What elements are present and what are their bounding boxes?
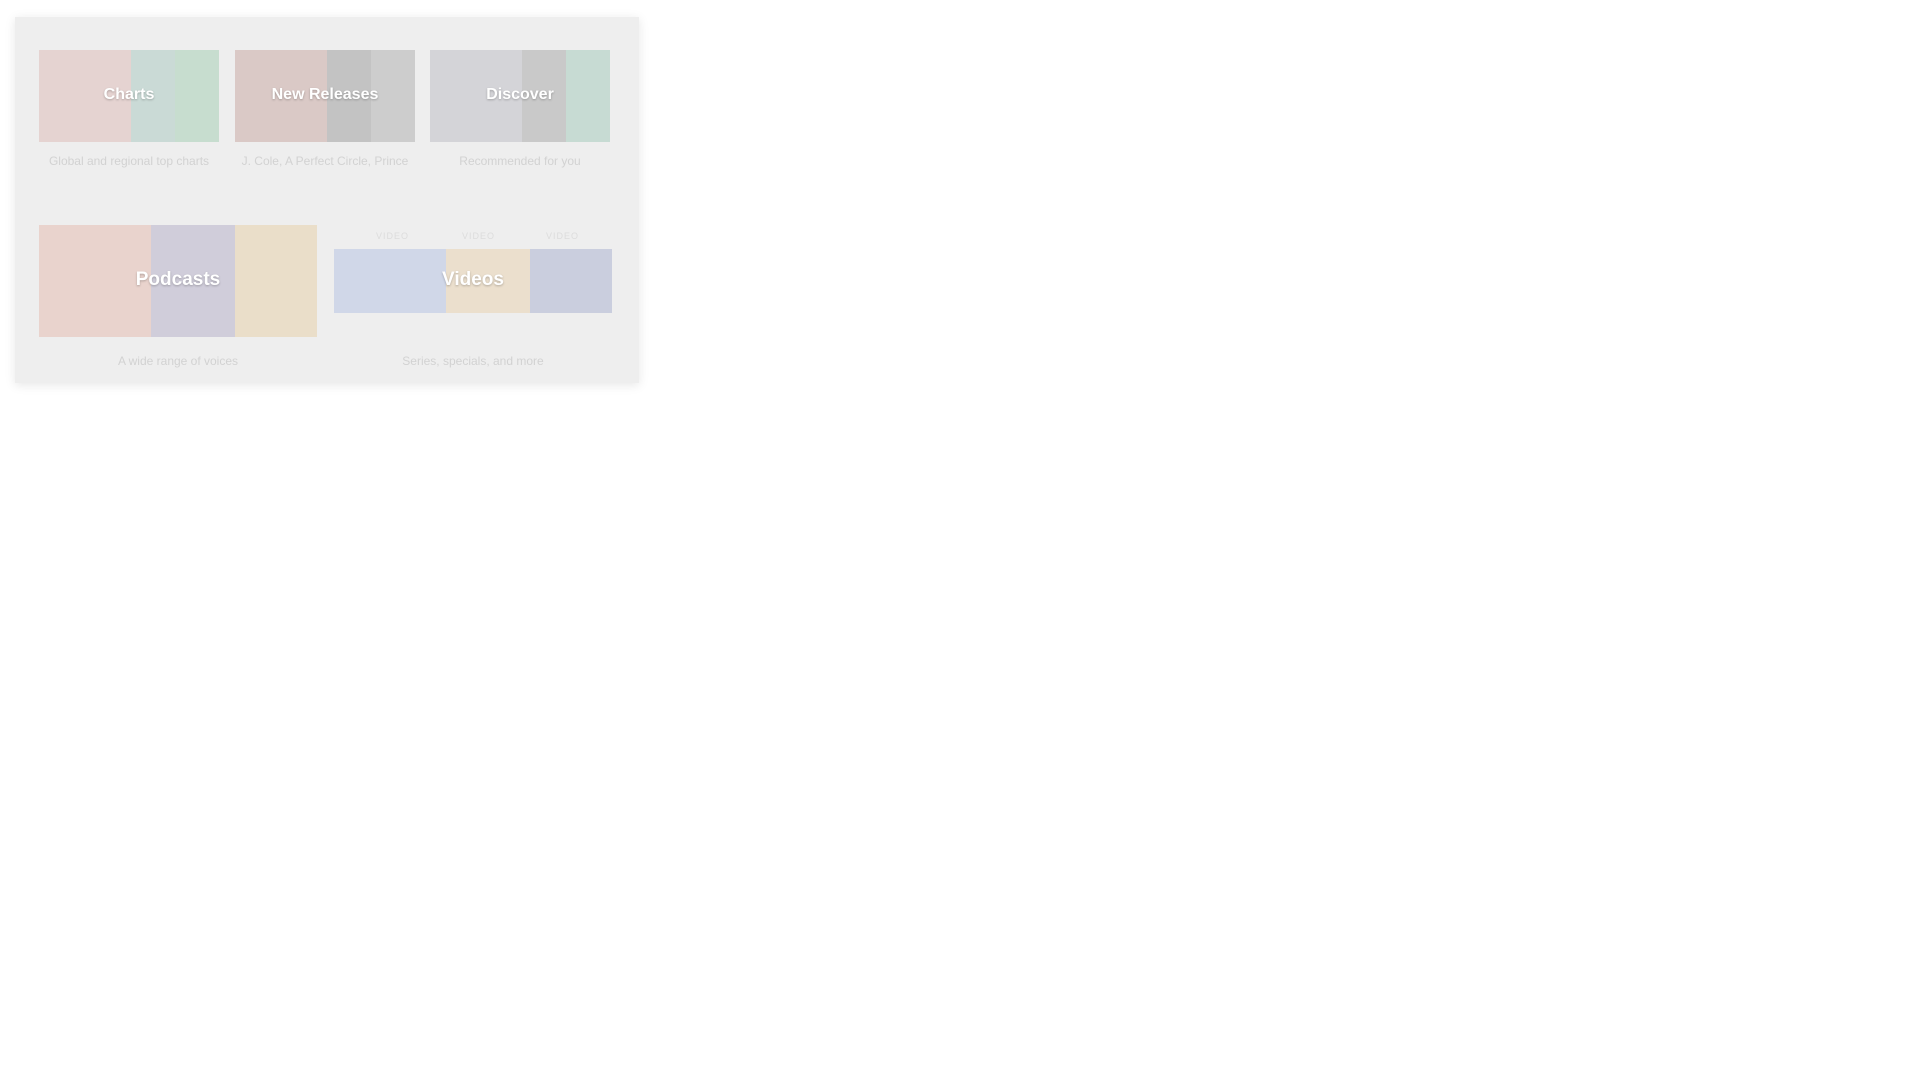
charts-subtitle: Global and regional top charts xyxy=(48,154,210,168)
videos-tile[interactable]: VIDEO VIDEO VIDEO Videos Series, special… xyxy=(334,225,612,373)
new-releases-subtitle: J. Cole, A Perfect Circle, Prince xyxy=(241,154,409,168)
video-cover-label: VIDEO xyxy=(546,231,580,241)
charts-title: Charts xyxy=(103,86,155,103)
browse-panel: Charts Global and regional top charts Ne… xyxy=(15,17,639,383)
podcasts-title: Podcasts xyxy=(135,269,221,290)
new-releases-title: New Releases xyxy=(271,86,379,103)
discover-tile[interactable]: Discover Recommended for you xyxy=(430,50,610,190)
new-releases-tile[interactable]: New Releases J. Cole, A Perfect Circle, … xyxy=(235,50,415,190)
charts-tile[interactable]: Charts Global and regional top charts xyxy=(39,50,219,190)
videos-title: Videos xyxy=(442,269,504,290)
podcasts-tile[interactable]: Podcasts A wide range of voices xyxy=(39,225,317,373)
discover-subtitle: Recommended for you xyxy=(459,154,581,168)
video-cover-label: VIDEO xyxy=(376,231,410,241)
podcasts-subtitle: A wide range of voices xyxy=(117,354,239,368)
discover-title: Discover xyxy=(486,86,554,103)
video-cover-label: VIDEO xyxy=(462,231,496,241)
videos-subtitle: Series, specials, and more xyxy=(402,354,544,368)
